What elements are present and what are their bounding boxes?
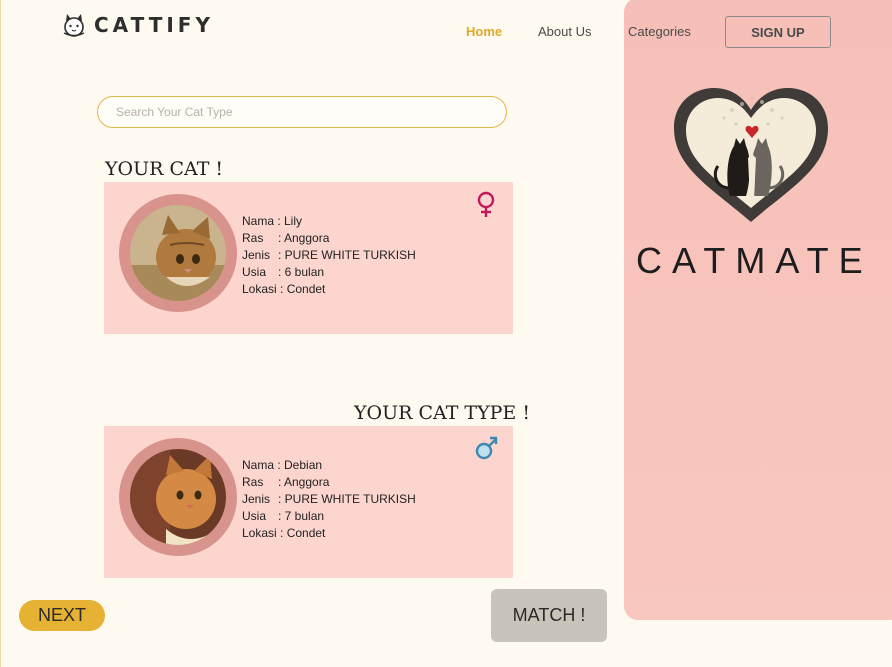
cat-name: Nama : Lily xyxy=(242,214,303,228)
match-button[interactable]: MATCH ! xyxy=(491,589,607,642)
catmate-title: CATMATE xyxy=(636,240,873,281)
jenis-label: Jenis xyxy=(242,248,271,262)
logo[interactable]: CATTIFY xyxy=(60,8,214,42)
ras-value: : Anggora xyxy=(278,475,330,489)
ras-label: Ras xyxy=(242,475,264,489)
jenis-value: : PURE WHITE TURKISH xyxy=(278,492,416,506)
avatar-ring xyxy=(119,194,237,312)
usia-label: Usia xyxy=(242,509,267,523)
cat-info: Nama : Lily Ras : Anggora Jenis : PURE WHI… xyxy=(242,213,416,298)
cat-card-your-cat[interactable]: Nama : Lily Ras : Anggora Jenis : PURE WHI… xyxy=(104,182,513,334)
cat-face-icon xyxy=(63,14,85,37)
avatar-ring xyxy=(119,438,237,556)
cat-card-your-cat-type[interactable]: Nama : Debian Ras : Anggora Jenis : PURE W… xyxy=(104,426,513,578)
usia-value: : 7 bulan xyxy=(278,509,325,523)
your-cat-heading: YOUR CAT ! xyxy=(105,158,224,180)
brand-name: CATTIFY xyxy=(94,13,214,37)
cat-photo xyxy=(130,205,226,301)
your-cat-type-heading: YOUR CAT TYPE ! xyxy=(354,402,530,424)
cat-location: Lokasi : Condet xyxy=(242,282,326,296)
search-input[interactable] xyxy=(97,96,507,128)
male-symbol-icon xyxy=(475,436,498,460)
cat-location: Lokasi : Condet xyxy=(242,526,326,540)
signup-button[interactable]: SIGN UP xyxy=(725,16,831,48)
jenis-label: Jenis xyxy=(242,492,271,506)
usia-value: : 6 bulan xyxy=(278,265,325,279)
cat-info: Nama : Debian Ras : Anggora Jenis : PURE W… xyxy=(242,457,416,542)
cat-name: Nama : Debian xyxy=(242,458,323,472)
nav-categories[interactable]: Categories xyxy=(628,24,691,39)
ras-label: Ras xyxy=(242,231,264,245)
jenis-value: : PURE WHITE TURKISH xyxy=(278,248,416,262)
heart-cats-icon xyxy=(674,88,828,222)
ras-value: : Anggora xyxy=(278,231,330,245)
next-button[interactable]: NEXT xyxy=(19,600,105,631)
female-symbol-icon xyxy=(477,191,495,217)
nav-home[interactable]: Home xyxy=(466,24,502,39)
usia-label: Usia xyxy=(242,265,267,279)
nav-about-us[interactable]: About Us xyxy=(538,24,591,39)
cat-photo xyxy=(130,449,226,545)
